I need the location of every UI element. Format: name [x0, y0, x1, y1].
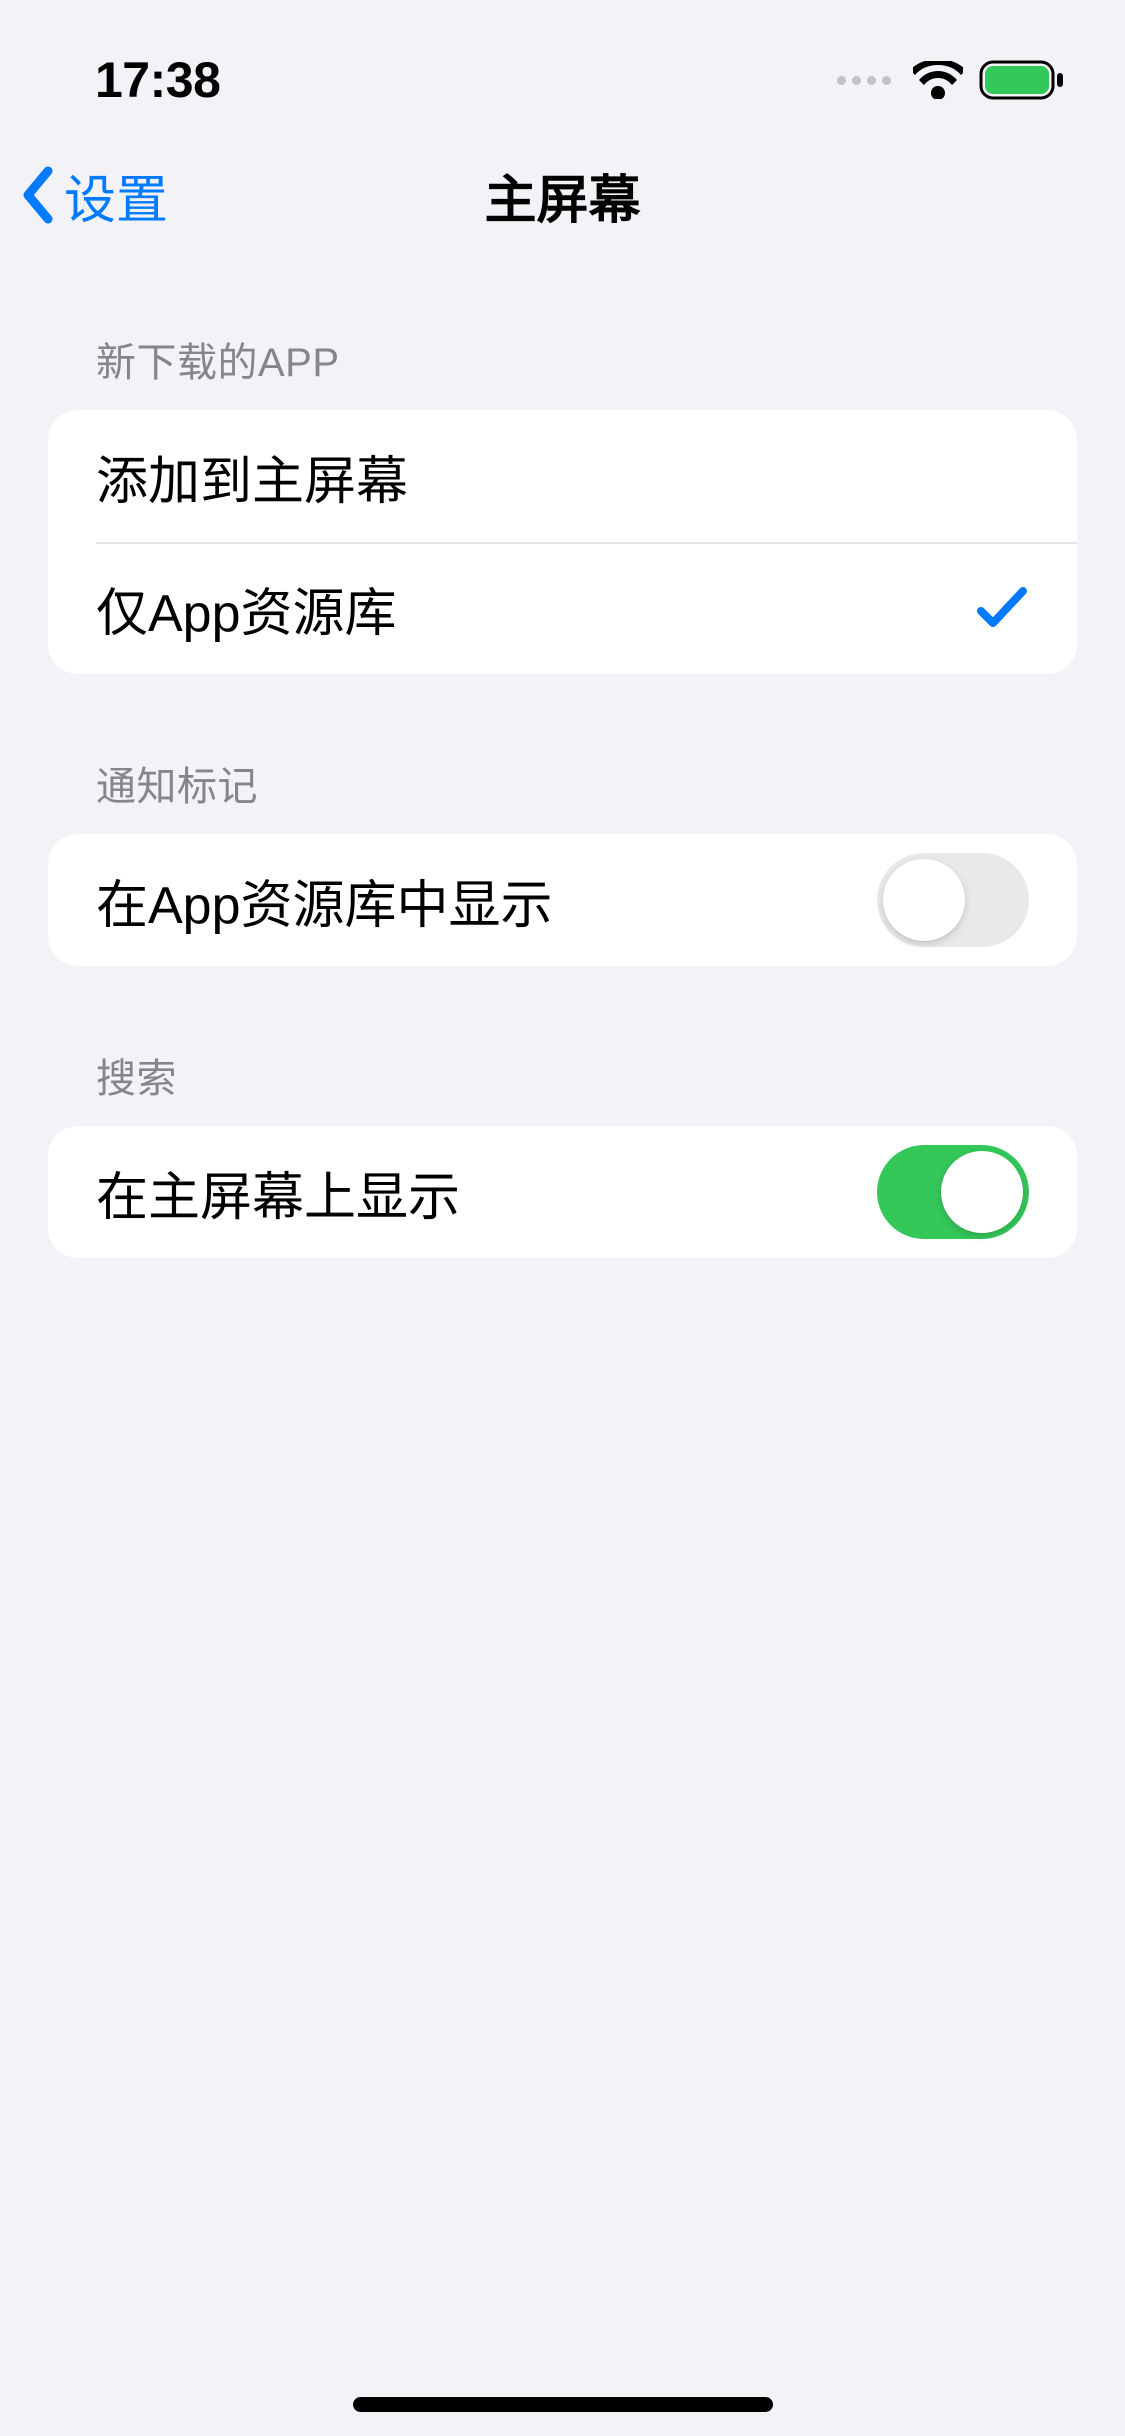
section-notification-badges: 通知标记 在App资源库中显示 [48, 754, 1077, 966]
row-add-to-home[interactable]: 添加到主屏幕 [48, 410, 1077, 542]
content: 新下载的APP 添加到主屏幕 仅App资源库 通知标记 在App资源库中显示 [0, 260, 1125, 1258]
checkmark-icon [975, 583, 1029, 633]
signal-dots-icon [837, 76, 891, 85]
switch-knob [941, 1151, 1023, 1233]
section-search: 搜索 在主屏幕上显示 [48, 1046, 1077, 1258]
row-label: 仅App资源库 [96, 571, 975, 646]
row-label: 在App资源库中显示 [96, 863, 877, 938]
status-time: 17:38 [95, 51, 220, 109]
group: 在App资源库中显示 [48, 834, 1077, 966]
row-show-in-app-library[interactable]: 在App资源库中显示 [48, 834, 1077, 966]
switch-show-on-home[interactable] [877, 1145, 1029, 1239]
section-header: 搜索 [48, 1046, 1077, 1126]
section-new-apps: 新下载的APP 添加到主屏幕 仅App资源库 [48, 330, 1077, 674]
group: 添加到主屏幕 仅App资源库 [48, 410, 1077, 674]
battery-icon [979, 60, 1065, 100]
row-app-library-only[interactable]: 仅App资源库 [48, 542, 1077, 674]
group: 在主屏幕上显示 [48, 1126, 1077, 1258]
row-label: 添加到主屏幕 [96, 439, 1029, 514]
row-show-on-home[interactable]: 在主屏幕上显示 [48, 1126, 1077, 1258]
back-button[interactable]: 设置 [20, 158, 168, 233]
status-right [837, 60, 1065, 100]
status-bar: 17:38 [0, 0, 1125, 130]
chevron-left-icon [20, 165, 56, 225]
section-header: 新下载的APP [48, 330, 1077, 410]
home-indicator [353, 2397, 773, 2412]
switch-knob [883, 859, 965, 941]
switch-show-in-app-library[interactable] [877, 853, 1029, 947]
section-header: 通知标记 [48, 754, 1077, 834]
nav-bar: 设置 主屏幕 [0, 130, 1125, 260]
wifi-icon [913, 61, 963, 99]
back-label: 设置 [64, 158, 168, 233]
page-title: 主屏幕 [0, 158, 1125, 233]
row-label: 在主屏幕上显示 [96, 1155, 877, 1230]
